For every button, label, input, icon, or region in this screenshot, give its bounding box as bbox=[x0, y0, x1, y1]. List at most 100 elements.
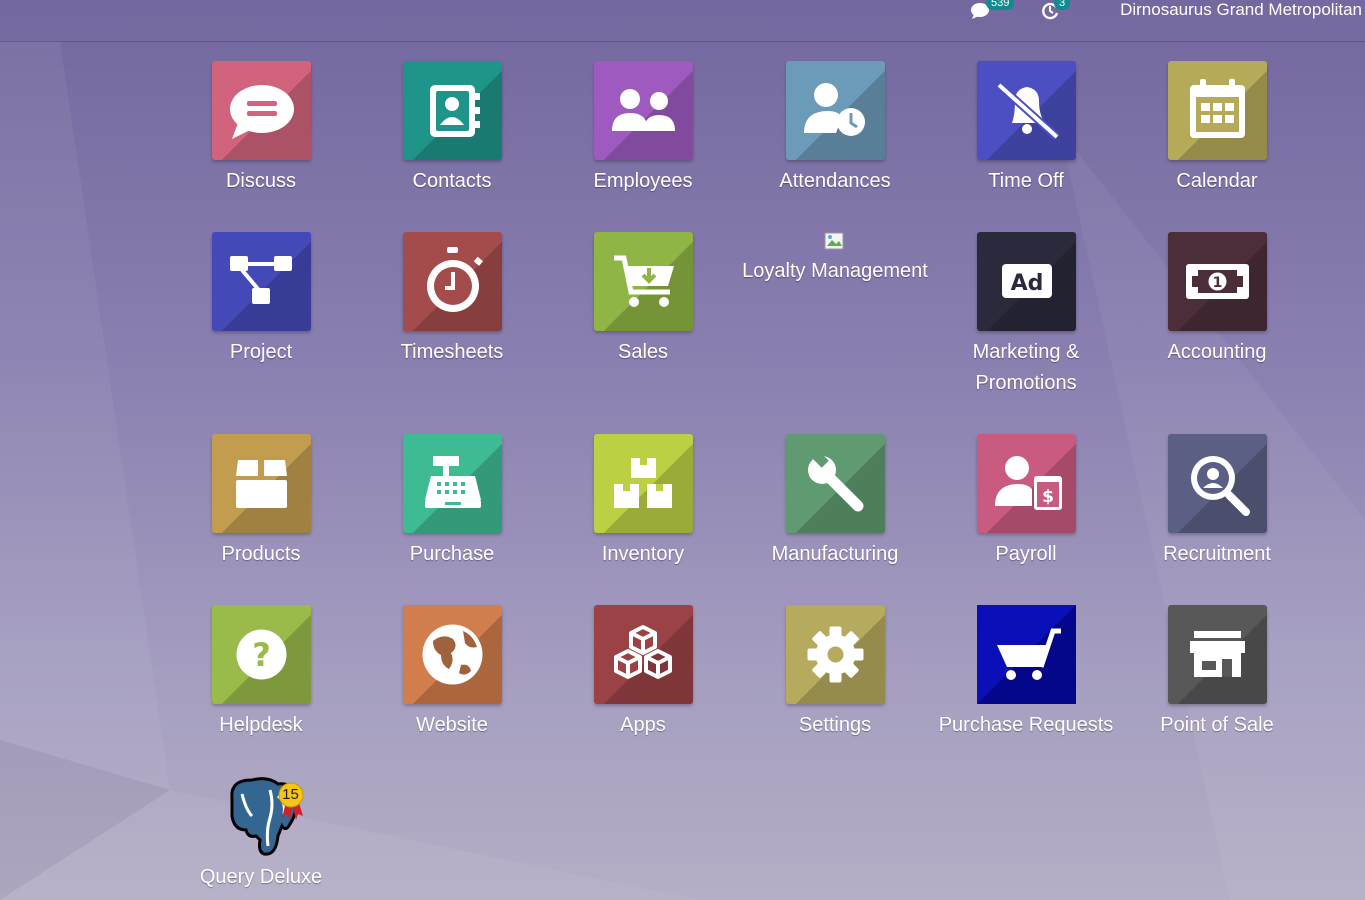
app-inventory[interactable]: Inventory bbox=[548, 434, 738, 570]
employees-tile[interactable] bbox=[593, 61, 693, 160]
app-website[interactable]: Website bbox=[357, 605, 547, 741]
cubes-icon bbox=[613, 625, 672, 679]
money-icon: 1 bbox=[1185, 264, 1249, 299]
chat-bubble-icon bbox=[229, 85, 294, 139]
contacts-tile[interactable] bbox=[402, 61, 502, 160]
app-label: Recruitment bbox=[1163, 543, 1271, 565]
app-label: Website bbox=[416, 714, 488, 736]
app-employees[interactable]: Employees bbox=[548, 61, 738, 197]
app-accounting[interactable]: 1 Accounting bbox=[1122, 232, 1312, 368]
app-settings[interactable]: Settings bbox=[740, 605, 930, 741]
app-label: Inventory bbox=[601, 543, 685, 565]
cash-register-icon bbox=[424, 456, 481, 508]
app-label: Sales bbox=[617, 341, 669, 363]
messages-menu[interactable]: 539 bbox=[970, 0, 1020, 22]
app-label: Discuss bbox=[225, 170, 296, 192]
app-label: Manufacturing bbox=[771, 543, 899, 565]
marketing-tile[interactable]: Ad bbox=[976, 232, 1076, 331]
app-label: Calendar bbox=[1176, 170, 1258, 192]
app-loyalty-management[interactable]: Loyalty Management bbox=[740, 232, 930, 287]
app-purchase-requests[interactable]: Purchase Requests bbox=[931, 605, 1121, 741]
app-label: Attendances bbox=[779, 170, 891, 192]
search-user-icon bbox=[1190, 456, 1250, 516]
products-tile[interactable] bbox=[211, 434, 311, 533]
user-invoice-icon: $ bbox=[994, 456, 1062, 510]
sitemap-icon bbox=[229, 256, 292, 304]
website-tile[interactable] bbox=[402, 605, 502, 704]
shopping-cart-icon bbox=[976, 605, 1076, 704]
address-book-icon bbox=[429, 85, 480, 137]
app-label: Helpdesk bbox=[219, 714, 303, 736]
broken-image-icon bbox=[824, 232, 844, 250]
purchase-tile[interactable] bbox=[402, 434, 502, 533]
app-label: Timesheets bbox=[400, 341, 504, 363]
app-apps[interactable]: Apps bbox=[548, 605, 738, 741]
calendar-tile[interactable] bbox=[1167, 61, 1267, 160]
svg-text:$: $ bbox=[1042, 487, 1054, 507]
app-payroll[interactable]: $ Payroll bbox=[931, 434, 1121, 570]
discuss-tile[interactable] bbox=[211, 61, 311, 160]
stopwatch-icon bbox=[426, 247, 483, 312]
app-label: Contacts bbox=[412, 170, 492, 192]
app-label: Loyalty Management bbox=[742, 260, 928, 282]
app-timesheets[interactable]: Timesheets bbox=[357, 232, 547, 368]
helpdesk-tile[interactable]: ? bbox=[211, 605, 311, 704]
app-recruitment[interactable]: Recruitment bbox=[1122, 434, 1312, 570]
app-label: Purchase bbox=[409, 543, 495, 565]
question-icon: ? bbox=[236, 629, 286, 680]
app-products[interactable]: Products bbox=[166, 434, 356, 570]
top-navbar: 539 3 Dirnosaurus Grand Metropolitan bbox=[0, 0, 1365, 42]
box-icon bbox=[235, 460, 287, 508]
settings-tile[interactable] bbox=[785, 605, 885, 704]
app-time-off[interactable]: Time Off bbox=[931, 61, 1121, 197]
app-attendances[interactable]: Attendances bbox=[740, 61, 930, 197]
app-query-deluxe[interactable]: 15 Query Deluxe bbox=[166, 776, 356, 893]
user-clock-icon bbox=[803, 83, 865, 136]
app-label: Time Off bbox=[988, 170, 1064, 192]
app-label: Point of Sale bbox=[1160, 714, 1274, 736]
app-label: Employees bbox=[593, 170, 693, 192]
accounting-tile[interactable]: 1 bbox=[1167, 232, 1267, 331]
app-point-of-sale[interactable]: Point of Sale bbox=[1122, 605, 1312, 741]
activities-menu[interactable]: 3 bbox=[1040, 0, 1074, 22]
app-marketing-promotions[interactable]: Ad Marketing & Promotions bbox=[931, 232, 1121, 399]
app-calendar[interactable]: Calendar bbox=[1122, 61, 1312, 197]
version-badge: 15 bbox=[282, 786, 299, 803]
inventory-tile[interactable] bbox=[593, 434, 693, 533]
cart-download-icon bbox=[613, 255, 674, 307]
bell-slash-icon bbox=[995, 82, 1060, 140]
payroll-tile[interactable]: $ bbox=[976, 434, 1076, 533]
activities-badge: 3 bbox=[1054, 0, 1071, 10]
apps-tile[interactable] bbox=[593, 605, 693, 704]
app-label: Products bbox=[221, 543, 301, 565]
recruitment-tile[interactable] bbox=[1167, 434, 1267, 533]
app-manufacturing[interactable]: Manufacturing bbox=[740, 434, 930, 570]
app-label: Payroll bbox=[995, 543, 1057, 565]
manufacturing-tile[interactable] bbox=[785, 434, 885, 533]
ad-icon: Ad bbox=[1001, 264, 1052, 298]
timesheets-tile[interactable] bbox=[402, 232, 502, 331]
messages-badge: 539 bbox=[986, 0, 1015, 10]
wrench-icon bbox=[807, 452, 863, 512]
purchase-requests-tile[interactable] bbox=[976, 605, 1076, 704]
app-label: Accounting bbox=[1167, 341, 1267, 363]
app-contacts[interactable]: Contacts bbox=[357, 61, 547, 197]
company-switcher[interactable]: Dirnosaurus Grand Metropolitan bbox=[1120, 0, 1362, 20]
time-off-tile[interactable] bbox=[976, 61, 1076, 160]
store-icon bbox=[1189, 631, 1245, 677]
point-of-sale-tile[interactable] bbox=[1167, 605, 1267, 704]
app-label: Marketing & Promotions bbox=[972, 341, 1080, 394]
app-label: Query Deluxe bbox=[199, 866, 323, 888]
app-label: Apps bbox=[620, 714, 666, 736]
attendances-tile[interactable] bbox=[785, 61, 885, 160]
app-sales[interactable]: Sales bbox=[548, 232, 738, 368]
project-tile[interactable] bbox=[211, 232, 311, 331]
query-deluxe-tile[interactable]: 15 bbox=[212, 776, 311, 860]
app-helpdesk[interactable]: ? Helpdesk bbox=[166, 605, 356, 741]
app-discuss[interactable]: Discuss bbox=[166, 61, 356, 197]
gear-icon bbox=[807, 626, 863, 683]
app-purchase[interactable]: Purchase bbox=[357, 434, 547, 570]
sales-tile[interactable] bbox=[593, 232, 693, 331]
calendar-icon bbox=[1189, 79, 1245, 138]
app-project[interactable]: Project bbox=[166, 232, 356, 368]
